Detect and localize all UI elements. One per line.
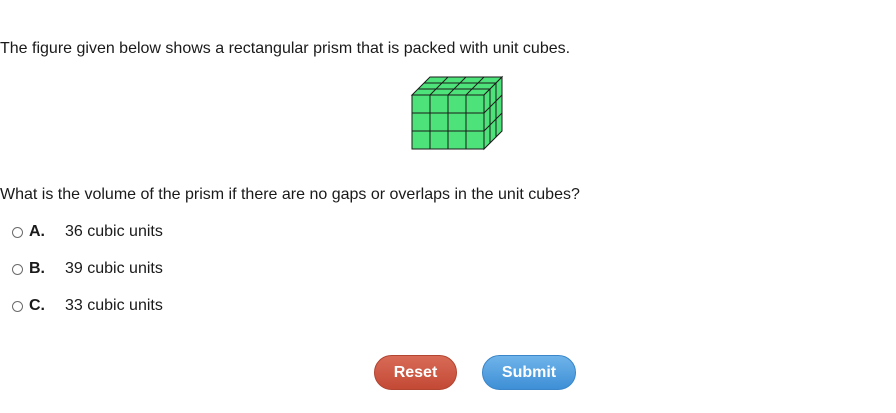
reset-button[interactable]: Reset: [374, 355, 457, 390]
question-prompt: What is the volume of the prism if there…: [0, 186, 580, 203]
choice-letter: A.: [29, 223, 45, 240]
rectangular-prism-figure: [410, 75, 504, 151]
choice-letter: B.: [29, 260, 45, 277]
choice-a[interactable]: A. 36 cubic units: [12, 222, 163, 242]
choice-text: 36 cubic units: [65, 223, 163, 240]
choice-text: 33 cubic units: [65, 297, 163, 314]
radio-button-b[interactable]: [12, 263, 23, 275]
choice-text: 39 cubic units: [65, 260, 163, 277]
choice-b[interactable]: B. 39 cubic units: [12, 259, 163, 279]
choice-c[interactable]: C. 33 cubic units: [12, 296, 163, 316]
choice-letter: C.: [29, 297, 45, 314]
radio-button-c[interactable]: [12, 300, 23, 312]
radio-button-a[interactable]: [12, 226, 23, 238]
submit-button[interactable]: Submit: [482, 355, 576, 390]
question-intro: The figure given below shows a rectangul…: [0, 40, 571, 57]
